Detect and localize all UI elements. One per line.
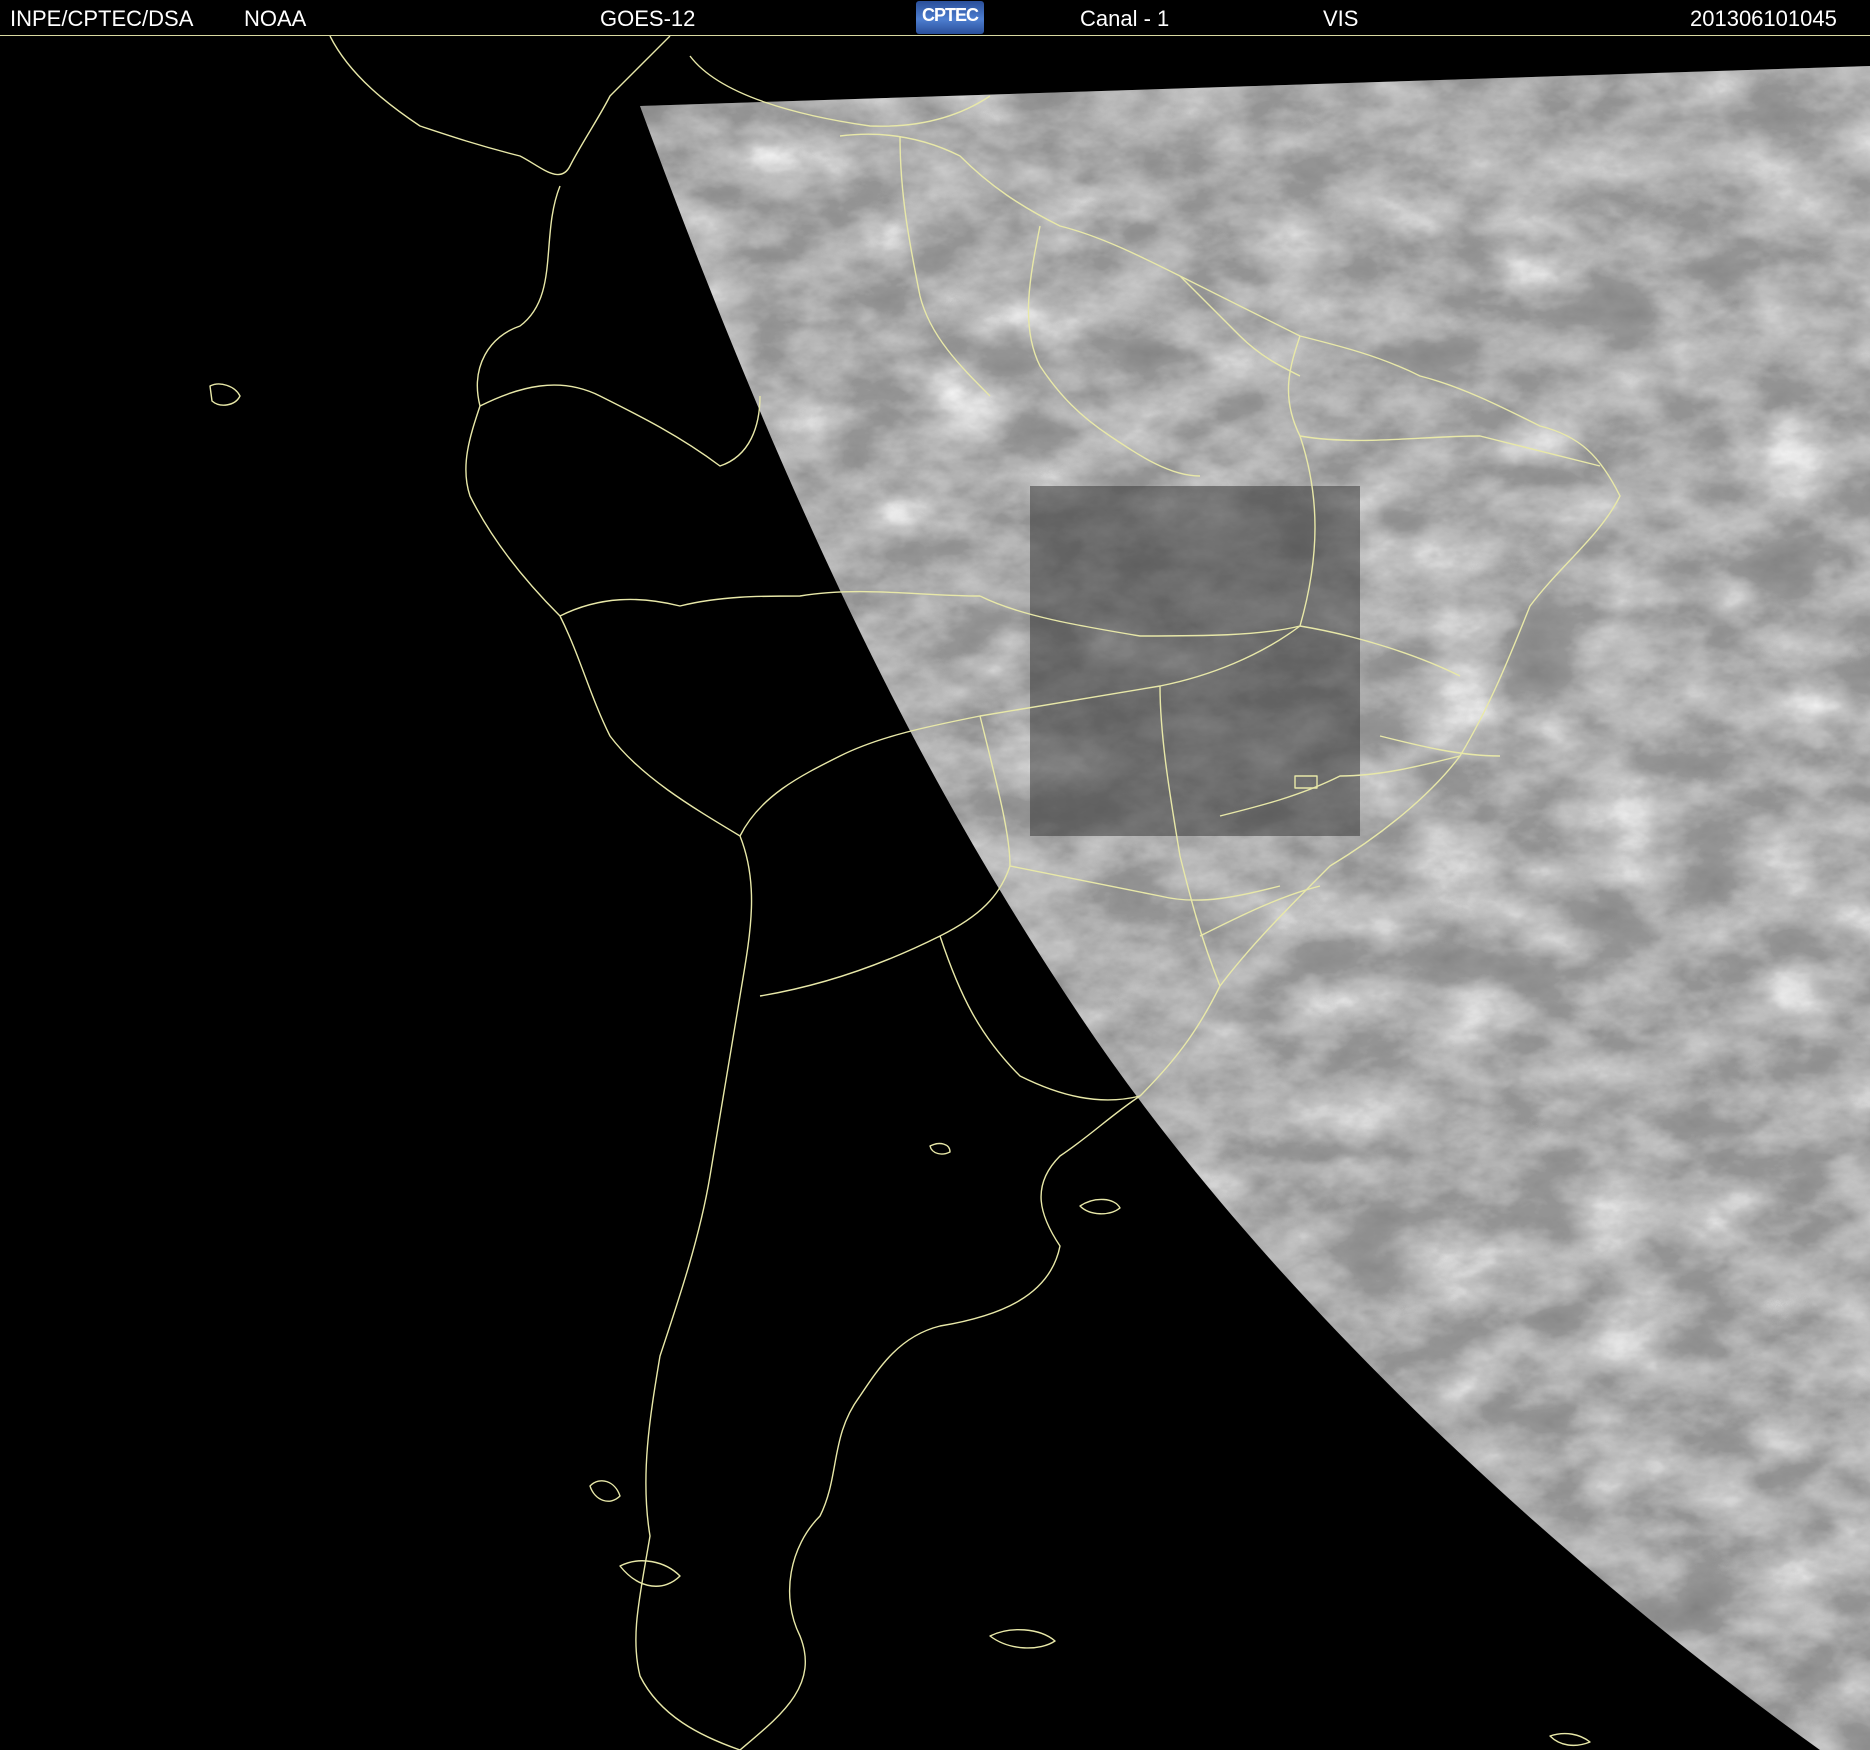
- image-header-bar: INPE/CPTEC/DSA NOAA GOES-12 CPTEC Canal …: [0, 0, 1870, 36]
- satellite-label: GOES-12: [600, 6, 696, 31]
- cptec-logo: CPTEC: [916, 1, 984, 34]
- agency-label: NOAA: [244, 6, 307, 31]
- timestamp-label: 201306101045: [1690, 6, 1837, 31]
- satellite-map: [209, 36, 1870, 1750]
- satellite-imagery: [640, 66, 1870, 1750]
- band-label: VIS: [1323, 6, 1359, 31]
- channel-label: Canal - 1: [1080, 6, 1170, 31]
- institution-label: INPE/CPTEC/DSA: [10, 6, 194, 31]
